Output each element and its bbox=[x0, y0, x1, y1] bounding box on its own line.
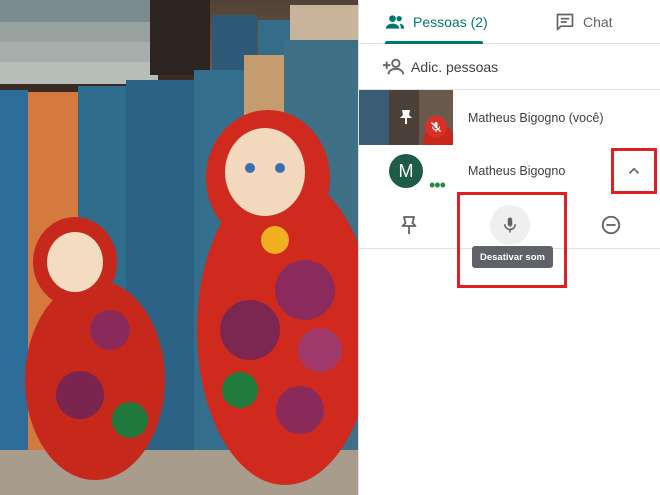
avatar-container: M ••• bbox=[359, 146, 453, 196]
chat-icon bbox=[556, 13, 574, 31]
participant-thumbnail bbox=[359, 90, 453, 145]
muted-badge bbox=[425, 116, 447, 138]
add-people-button[interactable]: Adic. pessoas bbox=[359, 45, 660, 89]
avatar: M bbox=[389, 154, 423, 188]
tab-chat-label: Chat bbox=[583, 14, 613, 30]
active-tab-indicator bbox=[385, 41, 483, 44]
participant-row-self[interactable]: Matheus Bigogno (você) bbox=[359, 90, 660, 145]
remove-participant-button[interactable] bbox=[591, 205, 631, 245]
tab-chat[interactable]: Chat bbox=[555, 0, 613, 44]
pin-participant-button[interactable] bbox=[389, 205, 429, 245]
add-person-icon bbox=[383, 58, 405, 75]
people-panel: Pessoas (2) Chat Adic. pessoas Matheus B… bbox=[358, 0, 660, 495]
camera-feed bbox=[0, 0, 358, 495]
participant-name: Matheus Bigogno (você) bbox=[468, 110, 604, 125]
mute-tooltip: Desativar som bbox=[472, 246, 553, 268]
mute-highlight-box bbox=[457, 192, 567, 288]
add-people-label: Adic. pessoas bbox=[411, 59, 499, 75]
remove-icon bbox=[601, 215, 621, 235]
tab-people[interactable]: Pessoas (2) bbox=[385, 0, 488, 44]
speaking-dots-icon: ••• bbox=[429, 175, 446, 195]
people-icon bbox=[385, 15, 405, 29]
participant-name: Matheus Bigogno bbox=[468, 164, 566, 178]
chevron-up-icon bbox=[628, 167, 640, 174]
camera-scene bbox=[0, 0, 358, 495]
pin-icon bbox=[400, 110, 412, 124]
pin-icon bbox=[401, 216, 417, 234]
tab-people-label: Pessoas (2) bbox=[413, 14, 488, 30]
collapse-participant-button[interactable] bbox=[611, 148, 657, 194]
panel-tabs: Pessoas (2) Chat bbox=[359, 0, 660, 44]
mic-off-icon bbox=[431, 122, 441, 132]
